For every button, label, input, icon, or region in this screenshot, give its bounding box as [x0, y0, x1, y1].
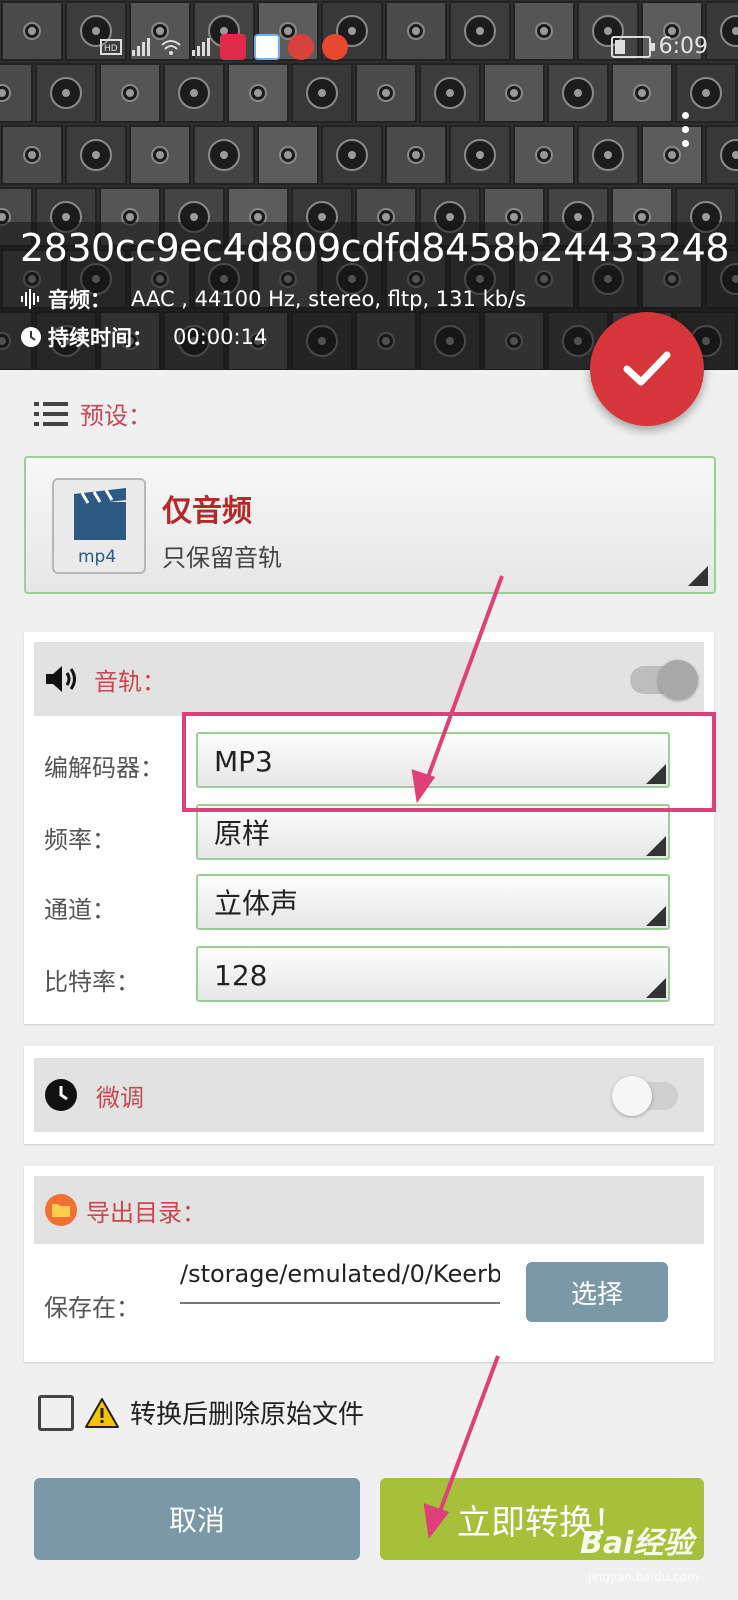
dropdown-corner-icon: [646, 906, 666, 926]
audio-track-header: 音轨：: [34, 642, 704, 716]
export-header: 导出目录：: [34, 1176, 704, 1244]
mp4-label: mp4: [78, 547, 116, 567]
fine-tune-header: 微调: [34, 1058, 704, 1132]
signal-icon: [132, 38, 150, 56]
save-location-label: 保存在：: [44, 1294, 140, 1322]
folder-icon: [45, 1194, 77, 1226]
delete-original-label: 转换后删除原始文件: [130, 1400, 365, 1430]
codec-label: 编解码器：: [44, 754, 164, 782]
bitrate-select[interactable]: 128: [196, 946, 670, 1002]
check-icon: [623, 351, 671, 386]
audio-info: 音频： AAC , 44100 Hz, stereo, fltp, 131 kb…: [20, 284, 526, 314]
fine-tune-panel: 微调: [24, 1046, 714, 1144]
dropdown-corner-icon: [646, 836, 666, 856]
status-bar: HD 6:09: [0, 0, 738, 90]
fine-tune-toggle[interactable]: [612, 1076, 678, 1116]
file-title: 2830cc9ec4d809cdfd8458b24433248: [20, 226, 730, 270]
dropdown-corner-icon: [688, 566, 708, 586]
waveform-icon: [21, 289, 39, 309]
fine-tune-label: 微调: [96, 1083, 144, 1112]
clock-icon: [45, 1079, 77, 1111]
codec-highlight-box: [182, 712, 716, 812]
notification-app-1-icon: [220, 34, 246, 60]
cancel-button[interactable]: 取消: [34, 1478, 360, 1560]
duration-value: 00:00:14: [173, 325, 268, 349]
mp4-file-icon: mp4: [52, 478, 146, 574]
duration-info: 持续时间： 00:00:14: [20, 322, 267, 352]
wifi-icon: [161, 40, 181, 55]
notification-app-3-icon: [288, 34, 314, 60]
channel-select[interactable]: 立体声: [196, 874, 670, 930]
export-path-input[interactable]: /storage/emulated/0/Keerby: [180, 1260, 500, 1304]
dropdown-corner-icon: [646, 978, 666, 998]
duration-label: 持续时间：: [48, 326, 153, 350]
confirm-button[interactable]: [590, 312, 704, 426]
list-icon: [34, 401, 68, 426]
audio-track-toggle[interactable]: [630, 660, 698, 700]
notification-app-2-icon: [254, 34, 280, 60]
watermark-sub: jingyan.baidu.com: [588, 1570, 699, 1584]
channel-label: 通道：: [44, 896, 116, 924]
svg-text:HD: HD: [104, 44, 118, 54]
preset-section-label: 预设：: [80, 402, 152, 430]
battery-icon: [610, 35, 655, 58]
choose-directory-button[interactable]: 选择: [526, 1262, 668, 1322]
watermark-main: Bai经验: [580, 1526, 694, 1561]
audio-track-panel: 音轨： 编解码器： MP3 频率： 原样 通道： 立体声 比特率： 128: [24, 632, 714, 1024]
bitrate-value: 128: [214, 959, 268, 992]
frequency-value: 原样: [214, 817, 271, 850]
export-label: 导出目录：: [86, 1198, 206, 1227]
preset-selector[interactable]: mp4 仅音频 只保留音轨: [24, 456, 716, 594]
frequency-select[interactable]: 原样: [196, 804, 670, 860]
delete-original-checkbox[interactable]: [38, 1394, 74, 1431]
signal-2-icon: [192, 38, 210, 56]
audio-track-label: 音轨：: [94, 667, 166, 696]
preset-subtitle: 只保留音轨: [162, 544, 282, 572]
delete-original-option[interactable]: 转换后删除原始文件: [38, 1394, 364, 1431]
warning-icon: [85, 1397, 119, 1428]
audio-label: 音频：: [48, 288, 111, 312]
speaker-icon: [46, 666, 76, 692]
audio-value: AAC , 44100 Hz, stereo, fltp, 131 kb/s: [131, 287, 527, 311]
status-time: 6:09: [658, 34, 708, 59]
weibo-icon: [322, 34, 348, 60]
frequency-label: 频率：: [44, 826, 116, 854]
overflow-menu-icon[interactable]: [678, 112, 692, 152]
clock-icon: [21, 327, 41, 347]
hd-icon: HD: [100, 39, 122, 55]
preset-header: 预设：: [34, 396, 152, 431]
bitrate-label: 比特率：: [44, 968, 140, 996]
watermark: Bai经验 jingyan.baidu.com: [560, 1512, 730, 1592]
preset-title: 仅音频: [162, 494, 252, 529]
channel-value: 立体声: [214, 887, 299, 920]
